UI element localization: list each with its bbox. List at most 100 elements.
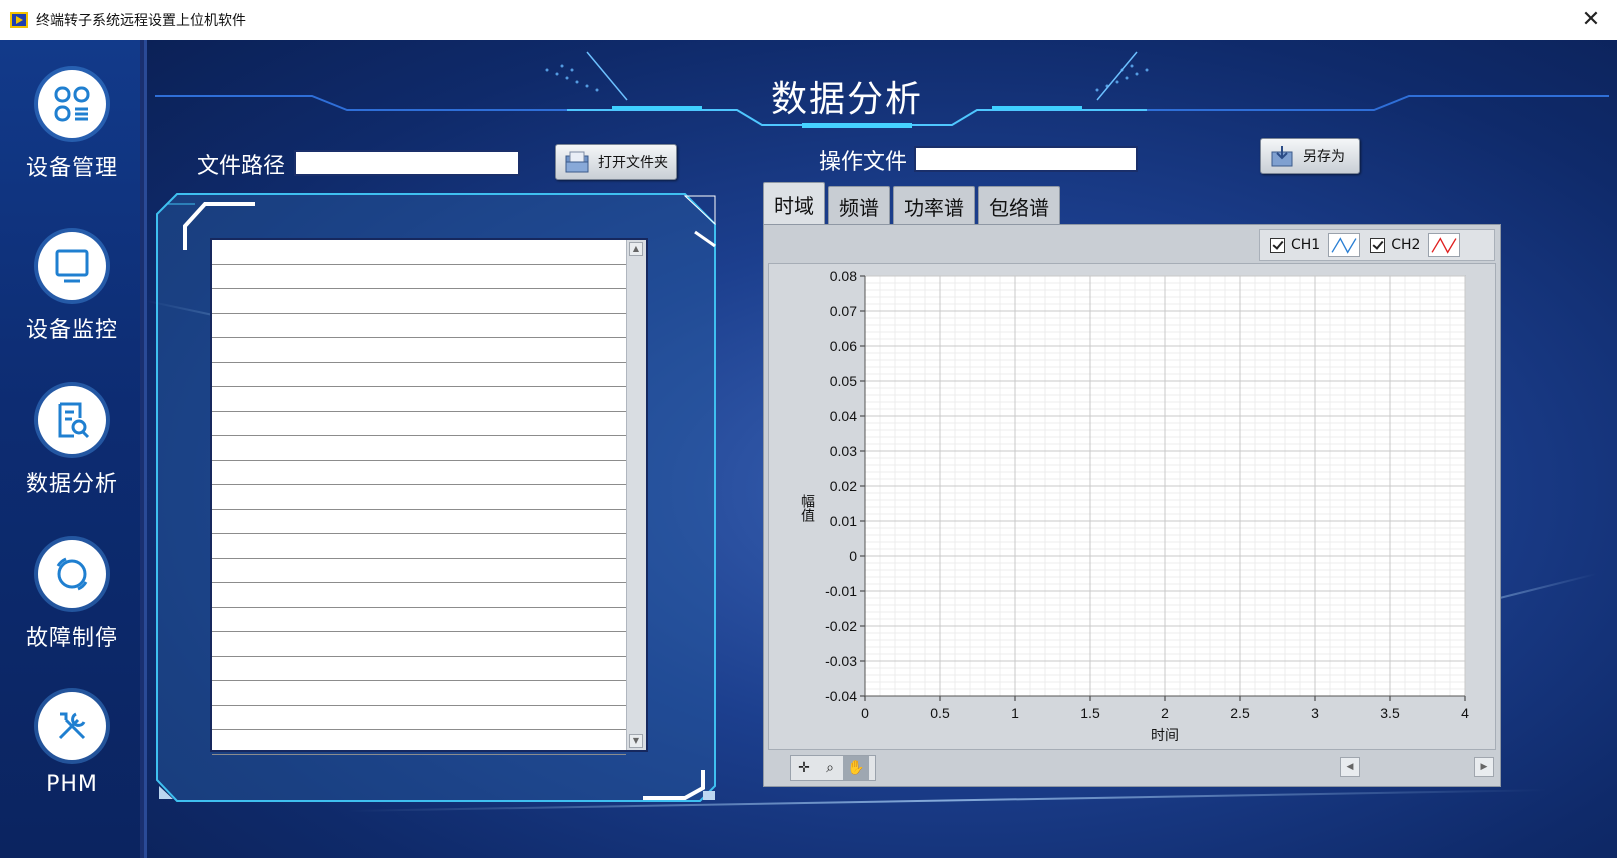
y-tick-label: -0.03: [825, 653, 857, 669]
report-search-icon: [38, 386, 106, 454]
save-as-label: 另存为: [1303, 149, 1345, 165]
scroll-left-arrow[interactable]: ◀: [1340, 757, 1360, 777]
list-item[interactable]: [212, 657, 626, 681]
sidebar-item-label: 数据分析: [25, 472, 118, 497]
save-as-button[interactable]: 另存为: [1260, 138, 1360, 174]
open-folder-label: 打开文件夹: [598, 155, 668, 171]
y-tick-label: 0.03: [830, 443, 857, 459]
list-item[interactable]: [212, 240, 626, 265]
tab-time-domain[interactable]: 时域: [763, 182, 825, 226]
sidebar-item-label: 设备监控: [25, 318, 118, 343]
y-axis-label: 幅值: [799, 494, 815, 522]
list-item[interactable]: [212, 559, 626, 583]
list-item[interactable]: [212, 338, 626, 363]
y-tick-label: 0.08: [830, 268, 857, 284]
file-path-label: 文件路径: [197, 154, 286, 179]
close-button[interactable]: ✕: [1577, 6, 1605, 34]
zoom-icon[interactable]: ⌕: [817, 756, 843, 780]
time-domain-chart: 0 0.5 1 1.5 2 2.5 3 3.5 4 0.08 0.07 0.06 0.05 0.04 0.0…: [825, 268, 1469, 744]
monitor-icon: [38, 232, 106, 300]
sidebar-item-device-management[interactable]: 设备管理: [0, 70, 144, 182]
ch2-legend-label: CH2: [1391, 237, 1421, 253]
list-item[interactable]: [212, 461, 626, 485]
sidebar-item-data-analysis[interactable]: 数据分析: [0, 386, 144, 498]
ch1-legend-label: CH1: [1291, 237, 1321, 253]
pan-hand-icon[interactable]: ✋: [843, 756, 869, 780]
ch1-line-swatch[interactable]: [1328, 233, 1361, 257]
list-item[interactable]: [212, 510, 626, 534]
ch1-checkbox[interactable]: [1270, 237, 1285, 253]
list-item[interactable]: [212, 534, 626, 559]
y-tick-label: 0.06: [830, 338, 857, 354]
tab-spectrum[interactable]: 频谱: [828, 186, 890, 226]
sidebar-item-phm[interactable]: PHM: [0, 692, 144, 797]
y-tick-label: 0: [849, 548, 857, 564]
list-item[interactable]: [212, 412, 626, 436]
ring-icon: [38, 540, 106, 608]
y-tick-label: 0.07: [830, 303, 857, 319]
app-logo-icon: [10, 12, 28, 28]
folder-icon: [565, 151, 589, 173]
y-tick-label: 0.05: [830, 373, 857, 389]
list-item[interactable]: [212, 485, 626, 510]
list-item[interactable]: [212, 706, 626, 730]
x-tick-label: 0: [861, 705, 869, 721]
list-item[interactable]: [212, 363, 626, 387]
sidebar-item-device-monitor[interactable]: 设备监控: [0, 232, 144, 344]
y-tick-label: -0.01: [825, 583, 857, 599]
y-tick-label: 0.01: [830, 513, 857, 529]
file-list-rows: [212, 240, 626, 755]
page-title: 数据分析: [770, 79, 923, 120]
title-bar: 终端转子系统远程设置上位机软件 ✕: [0, 0, 1617, 40]
chart-legend: CH1 CH2: [1259, 229, 1495, 261]
y-tick-label: 0.02: [830, 478, 857, 494]
list-item[interactable]: [212, 314, 626, 338]
sidebar-item-label: 故障制停: [25, 626, 118, 651]
x-tick-label: 1: [1011, 705, 1019, 721]
list-item[interactable]: [212, 265, 626, 289]
x-tick-label: 0.5: [930, 705, 950, 721]
list-item[interactable]: [212, 632, 626, 657]
list-item[interactable]: [212, 681, 626, 706]
list-item[interactable]: [212, 387, 626, 412]
y-tick-label: 0.04: [830, 408, 857, 424]
tools-icon: [38, 692, 106, 760]
plot-area[interactable]: 0 0.5 1 1.5 2 2.5 3 3.5 4 0.08 0.07 0.06 0.05 0.04 0.0…: [768, 263, 1496, 750]
main-area: 数据分析 文件路径 打开文件夹 操作文件 另存为 ▲ ▼ 时域 频谱 功率谱 包…: [147, 40, 1617, 858]
y-tick-label: -0.02: [825, 618, 857, 634]
tab-power-spectrum[interactable]: 功率谱: [893, 186, 975, 226]
sidebar-item-label: PHM: [46, 772, 98, 797]
scroll-up-arrow[interactable]: ▲: [629, 242, 643, 256]
save-icon: [1271, 146, 1293, 167]
list-item[interactable]: [212, 583, 626, 608]
list-item[interactable]: [212, 289, 626, 314]
x-tick-label: 2.5: [1230, 705, 1250, 721]
list-item[interactable]: [212, 608, 626, 632]
scroll-down-arrow[interactable]: ▼: [629, 734, 643, 748]
scroll-right-arrow[interactable]: ▶: [1474, 757, 1494, 777]
cursor-move-icon[interactable]: ✛: [791, 756, 817, 780]
ch2-line-swatch[interactable]: [1428, 233, 1461, 257]
x-tick-label: 3.5: [1380, 705, 1400, 721]
operation-file-input[interactable]: [914, 146, 1138, 172]
graph-tools: ✛ ⌕ ✋: [790, 755, 876, 781]
chart-panel: CH1 CH2 0 0.5 1 1.5 2 2.5 3 3.5 4 0.08 0.07 0.06 0.0…: [763, 224, 1501, 787]
open-folder-button[interactable]: 打开文件夹: [555, 144, 677, 180]
list-item[interactable]: [212, 730, 626, 755]
operation-file-label: 操作文件: [819, 150, 908, 175]
ch2-checkbox[interactable]: [1370, 237, 1386, 253]
sidebar-item-fault-stop[interactable]: 故障制停: [0, 540, 144, 652]
graph-toolbar: ✛ ⌕ ✋ ◀ ▶: [768, 753, 1496, 783]
file-list-scrollbar[interactable]: ▲ ▼: [626, 240, 646, 750]
sidebar-item-label: 设备管理: [25, 156, 118, 181]
file-path-input[interactable]: [294, 150, 520, 176]
list-item[interactable]: [212, 436, 626, 461]
x-axis-label: 时间: [1151, 728, 1179, 744]
x-tick-label: 3: [1311, 705, 1319, 721]
window-title: 终端转子系统远程设置上位机软件: [36, 13, 246, 29]
tab-envelope-spectrum[interactable]: 包络谱: [978, 186, 1060, 226]
file-list[interactable]: ▲ ▼: [210, 238, 648, 755]
grid-icon: [38, 70, 106, 138]
sidebar: 设备管理 设备监控 数据分析 故障制停 PHM: [0, 40, 144, 858]
x-tick-label: 1.5: [1080, 705, 1100, 721]
